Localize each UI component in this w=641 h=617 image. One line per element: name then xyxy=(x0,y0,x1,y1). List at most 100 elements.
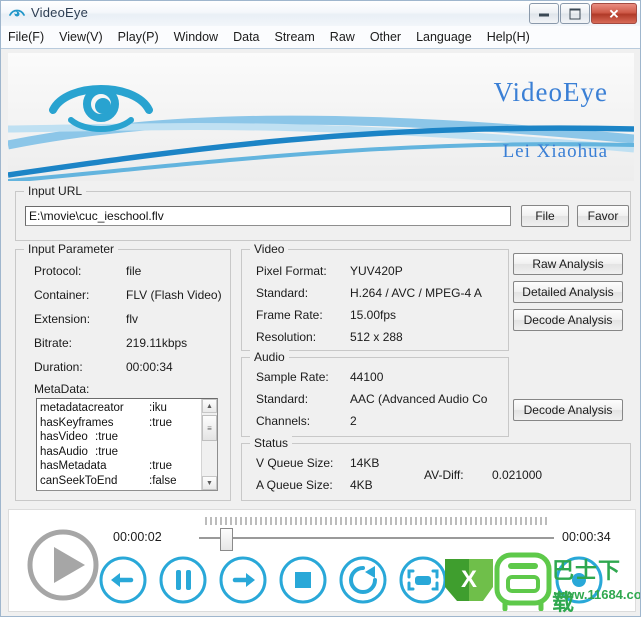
frame-rate-label: Frame Rate: xyxy=(256,308,323,322)
maximize-button[interactable] xyxy=(560,3,590,24)
menu-bar: File(F) View(V) Play(P) Window Data Stre… xyxy=(1,26,640,49)
menu-item-stream[interactable]: Stream xyxy=(268,28,322,46)
list-item[interactable]: hasKeyframes :true xyxy=(40,416,202,431)
sample-rate-label: Sample Rate: xyxy=(256,370,329,384)
input-parameter-group: Input Parameter Protocol: file Container… xyxy=(15,242,231,501)
metadata-key: metadatacreator xyxy=(40,402,124,414)
rewind-button[interactable] xyxy=(97,554,149,606)
current-time: 00:00:02 xyxy=(113,530,162,544)
channels-value: 2 xyxy=(350,414,357,428)
input-parameter-legend: Input Parameter xyxy=(24,242,119,256)
scroll-down-icon[interactable]: ▼ xyxy=(202,476,217,490)
resolution-label: Resolution: xyxy=(256,330,317,344)
banner-eye-icon xyxy=(49,85,153,132)
duration-label: Duration: xyxy=(34,360,83,374)
menu-item-data[interactable]: Data xyxy=(226,28,266,46)
screenshot-button[interactable] xyxy=(397,554,449,606)
sample-rate-value: 44100 xyxy=(350,370,384,384)
metadata-label: MetaData: xyxy=(34,382,90,396)
metadata-scrollbar[interactable]: ▲ ≡ ▼ xyxy=(201,399,217,490)
video-standard-label: Standard: xyxy=(256,286,309,300)
progress-slider[interactable] xyxy=(199,515,554,551)
scrollbar-thumb[interactable]: ≡ xyxy=(202,415,217,441)
svg-text:X: X xyxy=(461,566,477,593)
audio-standard-value: AAC (Advanced Audio Co xyxy=(350,392,488,406)
detailed-analysis-button[interactable]: Detailed Analysis xyxy=(513,281,623,303)
list-item[interactable]: canSeekToEnd :false xyxy=(40,474,202,489)
container-label: Container: xyxy=(34,288,90,302)
metadata-value: :true xyxy=(95,445,119,458)
metadata-value: :true xyxy=(149,416,173,429)
v-queue-size-value: 14KB xyxy=(350,456,380,470)
audio-group: Audio Sample Rate: 44100 Standard: AAC (… xyxy=(241,350,509,437)
metadata-key: hasAudio xyxy=(40,445,88,458)
app-banner: VideoEye Lei Xiaohua xyxy=(8,53,634,181)
list-item[interactable]: hasAudio :true xyxy=(40,445,202,460)
watermark-url: www.11684.com xyxy=(554,587,641,602)
list-item[interactable]: hasVideo :true xyxy=(40,430,202,445)
protocol-value: file xyxy=(126,264,142,278)
list-item[interactable]: hasMetadata :true xyxy=(40,459,202,474)
minimize-icon xyxy=(539,13,549,17)
minimize-button[interactable] xyxy=(529,3,559,24)
metadata-value: :true xyxy=(95,431,119,444)
pixel-format-label: Pixel Format: xyxy=(256,264,327,278)
menu-item-file[interactable]: File(F) xyxy=(1,28,51,46)
pause-button[interactable] xyxy=(157,554,209,606)
menu-item-play[interactable]: Play(P) xyxy=(111,28,166,46)
banner-subtitle: Lei Xiaohua xyxy=(502,141,608,162)
window-controls: ✕ xyxy=(528,3,637,24)
metadata-value: :true xyxy=(149,460,173,473)
slider-thumb[interactable] xyxy=(219,528,233,551)
slider-track[interactable] xyxy=(199,537,554,539)
metadata-value: :iku xyxy=(149,402,167,414)
banner-title: VideoEye xyxy=(493,77,608,107)
menu-item-help[interactable]: Help(H) xyxy=(480,28,537,46)
video-group: Video Pixel Format: YUV420P Standard: H.… xyxy=(241,242,509,351)
total-time: 00:00:34 xyxy=(562,530,611,544)
list-item[interactable]: metadatacreator :iku xyxy=(40,401,202,416)
frame-rate-value: 15.00fps xyxy=(350,308,397,322)
menu-item-language[interactable]: Language xyxy=(409,28,479,46)
app-eye-icon xyxy=(9,9,25,17)
stop-button[interactable] xyxy=(277,554,329,606)
title-bar: VideoEye ✕ xyxy=(1,1,640,27)
extension-value: flv xyxy=(126,312,138,326)
video-standard-value: H.264 / AVC / MPEG-4 A xyxy=(350,286,482,300)
forward-button[interactable] xyxy=(217,554,269,606)
metadata-value: :false xyxy=(149,474,177,487)
metadata-list[interactable]: metadatacreator :iku hasKeyframes :true … xyxy=(36,398,218,491)
menu-item-window[interactable]: Window xyxy=(167,28,225,46)
play-button[interactable] xyxy=(21,528,105,602)
video-analysis-buttons: Raw Analysis Detailed Analysis Decode An… xyxy=(513,253,629,337)
close-icon: ✕ xyxy=(608,6,620,21)
a-queue-size-label: A Queue Size: xyxy=(256,478,333,492)
input-url-legend: Input URL xyxy=(24,184,87,198)
raw-analysis-button[interactable]: Raw Analysis xyxy=(513,253,623,275)
metadata-key: canSeekToEnd xyxy=(40,474,118,487)
input-url-group: Input URL File Favor xyxy=(15,184,631,241)
status-legend: Status xyxy=(250,436,293,450)
scroll-up-icon[interactable]: ▲ xyxy=(202,399,217,413)
menu-item-other[interactable]: Other xyxy=(363,28,408,46)
status-group: Status V Queue Size: 14KB A Queue Size: … xyxy=(241,436,631,501)
maximize-icon xyxy=(569,8,581,19)
decode-analysis-button[interactable]: Decode Analysis xyxy=(513,309,623,331)
close-button[interactable]: ✕ xyxy=(591,3,637,24)
audio-standard-label: Standard: xyxy=(256,392,309,406)
videoeye-window: VideoEye ✕ File(F) View(V) Play(P) Windo… xyxy=(0,0,641,617)
v-queue-size-label: V Queue Size: xyxy=(256,456,334,470)
menu-item-view[interactable]: View(V) xyxy=(52,28,110,46)
favor-button[interactable]: Favor xyxy=(577,205,629,227)
video-legend: Video xyxy=(250,242,289,256)
file-button[interactable]: File xyxy=(521,205,569,227)
loop-button[interactable] xyxy=(337,554,389,606)
audio-decode-analysis-button[interactable]: Decode Analysis xyxy=(513,399,623,421)
metadata-key: hasKeyframes xyxy=(40,416,114,429)
protocol-label: Protocol: xyxy=(34,264,82,278)
menu-item-raw[interactable]: Raw xyxy=(323,28,362,46)
channels-label: Channels: xyxy=(256,414,311,428)
url-input[interactable] xyxy=(25,206,511,226)
metadata-key: hasMetadata xyxy=(40,460,107,473)
bitrate-value: 219.11kbps xyxy=(126,336,188,350)
